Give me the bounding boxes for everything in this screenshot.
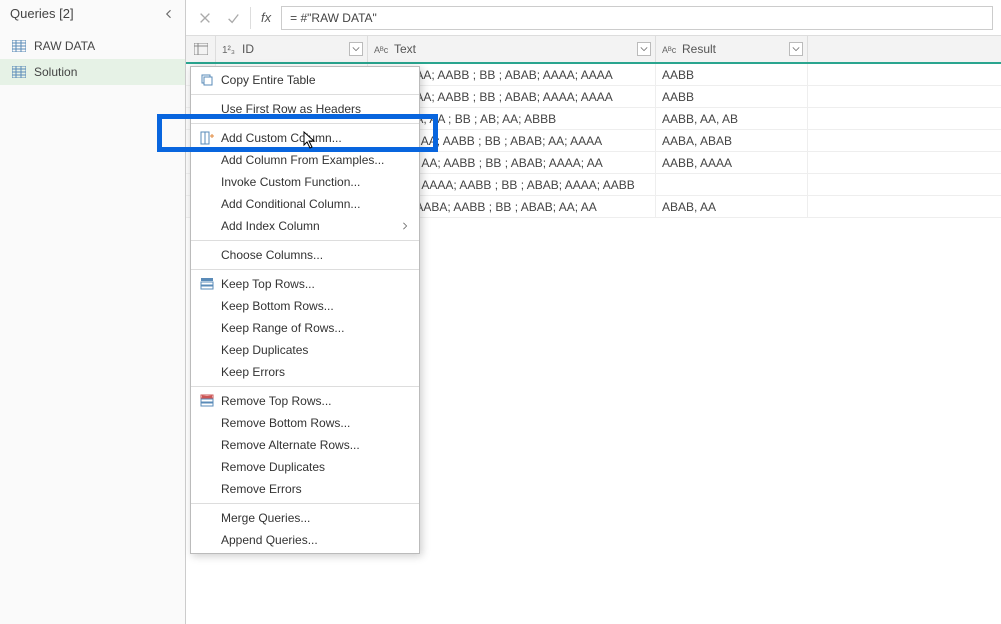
menu-add-conditional-column[interactable]: Add Conditional Column... — [191, 193, 419, 215]
cancel-formula-icon[interactable] — [194, 7, 216, 29]
table-icon — [12, 40, 26, 52]
menu-label: Use First Row as Headers — [199, 102, 411, 116]
menu-invoke-custom-function[interactable]: Invoke Custom Function... — [191, 171, 419, 193]
number-type-icon: 1²₃ — [222, 42, 238, 56]
menu-first-row-headers[interactable]: Use First Row as Headers — [191, 98, 419, 120]
menu-remove-bottom-rows[interactable]: Remove Bottom Rows... — [191, 412, 419, 434]
queries-header: Queries [2] — [0, 0, 185, 29]
menu-label: Add Custom Column... — [221, 131, 411, 145]
column-filter-icon[interactable] — [637, 42, 651, 56]
text-type-icon: Aᴮc — [662, 42, 678, 56]
column-label: Result — [682, 42, 716, 56]
menu-remove-alternate-rows[interactable]: Remove Alternate Rows... — [191, 434, 419, 456]
menu-separator — [191, 503, 419, 504]
text-type-icon: Aᴮc — [374, 42, 390, 56]
menu-label: Remove Top Rows... — [221, 394, 411, 408]
column-header-result[interactable]: Aᴮc Result — [656, 36, 808, 62]
menu-label: Keep Duplicates — [199, 343, 411, 357]
grid-header: 1²₃ ID Aᴮc Text — [186, 36, 1001, 64]
menu-separator — [191, 386, 419, 387]
menu-add-column-from-examples[interactable]: Add Column From Examples... — [191, 149, 419, 171]
column-header-text[interactable]: Aᴮc Text — [368, 36, 656, 62]
menu-label: Keep Bottom Rows... — [199, 299, 411, 313]
select-all-corner[interactable] — [186, 36, 216, 62]
cell-result: AABB, AAAA — [656, 152, 808, 173]
menu-remove-duplicates[interactable]: Remove Duplicates — [191, 456, 419, 478]
menu-append-queries[interactable]: Append Queries... — [191, 529, 419, 551]
table-icon — [12, 66, 26, 78]
menu-label: Add Column From Examples... — [199, 153, 411, 167]
menu-label: Keep Errors — [199, 365, 411, 379]
menu-add-custom-column[interactable]: Add Custom Column... — [191, 127, 419, 149]
submenu-arrow-icon — [401, 219, 411, 233]
menu-keep-duplicates[interactable]: Keep Duplicates — [191, 339, 419, 361]
queries-panel: Queries [2] RAW DATA Solution — [0, 0, 186, 624]
cell-result: AABB — [656, 86, 808, 107]
query-item-raw-data[interactable]: RAW DATA — [0, 33, 185, 59]
menu-separator — [191, 240, 419, 241]
menu-label: Add Conditional Column... — [199, 197, 411, 211]
query-label: Solution — [34, 65, 77, 79]
menu-label: Copy Entire Table — [221, 73, 411, 87]
menu-separator — [191, 269, 419, 270]
menu-label: Merge Queries... — [199, 511, 411, 525]
menu-label: Remove Alternate Rows... — [199, 438, 411, 452]
formula-input[interactable] — [281, 6, 993, 30]
collapse-icon[interactable] — [163, 8, 175, 20]
svg-text:Aᴮc: Aᴮc — [662, 45, 677, 55]
column-filter-icon[interactable] — [789, 42, 803, 56]
menu-merge-queries[interactable]: Merge Queries... — [191, 507, 419, 529]
accept-formula-icon[interactable] — [222, 7, 244, 29]
context-menu: Copy Entire Table Use First Row as Heade… — [190, 66, 420, 554]
menu-add-index-column[interactable]: Add Index Column — [191, 215, 419, 237]
query-label: RAW DATA — [34, 39, 95, 53]
column-filter-icon[interactable] — [349, 42, 363, 56]
menu-keep-errors[interactable]: Keep Errors — [191, 361, 419, 383]
cell-result: AABB, AA, AB — [656, 108, 808, 129]
menu-label: Add Index Column — [199, 219, 395, 233]
menu-remove-top-rows[interactable]: Remove Top Rows... — [191, 390, 419, 412]
menu-label: Remove Errors — [199, 482, 411, 496]
menu-label: Keep Range of Rows... — [199, 321, 411, 335]
column-header-id[interactable]: 1²₃ ID — [216, 36, 368, 62]
svg-text:1²₃: 1²₃ — [222, 45, 235, 56]
query-item-solution[interactable]: Solution — [0, 59, 185, 85]
cell-result — [656, 174, 808, 195]
svg-text:Aᴮc: Aᴮc — [374, 45, 389, 55]
menu-choose-columns[interactable]: Choose Columns... — [191, 244, 419, 266]
queries-list: RAW DATA Solution — [0, 29, 185, 85]
remove-rows-icon — [199, 393, 215, 409]
cell-result: AABB — [656, 64, 808, 85]
menu-keep-top-rows[interactable]: Keep Top Rows... — [191, 273, 419, 295]
menu-keep-bottom-rows[interactable]: Keep Bottom Rows... — [191, 295, 419, 317]
table-icon — [194, 43, 208, 55]
add-column-icon — [199, 130, 215, 146]
cell-result: ABAB, AA — [656, 196, 808, 217]
menu-label: Remove Bottom Rows... — [199, 416, 411, 430]
column-label: Text — [394, 42, 416, 56]
menu-label: Invoke Custom Function... — [199, 175, 411, 189]
menu-remove-errors[interactable]: Remove Errors — [191, 478, 419, 500]
menu-copy-entire-table[interactable]: Copy Entire Table — [191, 69, 419, 91]
column-label: ID — [242, 42, 254, 56]
cell-result: AABA, ABAB — [656, 130, 808, 151]
formula-bar: fx — [186, 0, 1001, 36]
fx-icon[interactable]: fx — [257, 10, 275, 25]
copy-icon — [199, 72, 215, 88]
menu-separator — [191, 123, 419, 124]
menu-label: Keep Top Rows... — [221, 277, 411, 291]
menu-label: Choose Columns... — [199, 248, 411, 262]
menu-label: Remove Duplicates — [199, 460, 411, 474]
menu-label: Append Queries... — [199, 533, 411, 547]
menu-keep-range-rows[interactable]: Keep Range of Rows... — [191, 317, 419, 339]
keep-rows-icon — [199, 276, 215, 292]
menu-separator — [191, 94, 419, 95]
divider — [250, 7, 251, 29]
queries-title: Queries [2] — [10, 6, 74, 21]
